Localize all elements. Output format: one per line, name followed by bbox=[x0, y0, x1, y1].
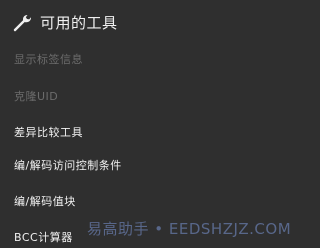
wrench-icon bbox=[12, 11, 34, 33]
watermark: 易高助手 • EEDSHZJZ.COM bbox=[87, 220, 292, 238]
tools-panel: 可用的工具 显示标签信息 克隆UID 差异比较工具 编/解码访问控制条件 编/解… bbox=[0, 0, 297, 248]
menu-item-diff-tool[interactable]: 差异比较工具 bbox=[14, 124, 83, 140]
menu-item-show-tag-info[interactable]: 显示标签信息 bbox=[14, 51, 83, 67]
menu-item-value-block[interactable]: 编/解码值块 bbox=[14, 193, 76, 209]
tools-title: 可用的工具 bbox=[40, 13, 118, 32]
menu-item-clone-uid[interactable]: 克隆UID bbox=[14, 88, 58, 104]
menu-item-bcc-calculator[interactable]: BCC计算器 bbox=[14, 229, 73, 245]
tools-header: 可用的工具 bbox=[12, 8, 118, 36]
menu-item-access-conditions[interactable]: 编/解码访问控制条件 bbox=[14, 157, 122, 173]
